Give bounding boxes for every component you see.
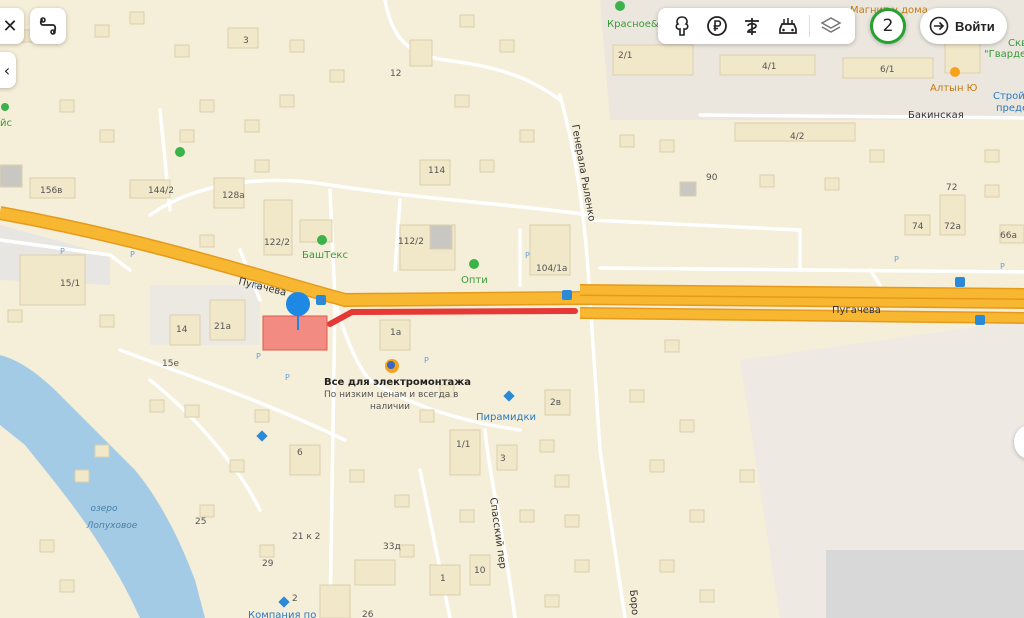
layers-button[interactable] xyxy=(817,12,845,40)
house-number-label: 3 xyxy=(500,454,506,464)
house-number-label: 15е xyxy=(162,359,179,369)
close-button[interactable]: ✕ xyxy=(0,8,24,44)
route-icon xyxy=(39,17,57,35)
svg-text:P: P xyxy=(60,247,65,256)
street-label-boro: Боро xyxy=(627,589,640,615)
login-label: Войти xyxy=(955,18,995,34)
house-number-label: 26 xyxy=(362,610,374,618)
house-number-label: 6/1 xyxy=(880,65,894,75)
layers-toolbar xyxy=(658,8,855,44)
cars-icon xyxy=(778,18,797,34)
svg-text:P: P xyxy=(424,356,429,365)
house-number-label: 21а xyxy=(214,322,231,332)
svg-text:P: P xyxy=(525,251,530,260)
house-number-label: 128а xyxy=(222,191,245,201)
house-number-label: 72 xyxy=(946,183,957,193)
cars-layer-button[interactable] xyxy=(774,12,802,40)
house-number-label: 10 xyxy=(474,566,486,576)
house-number-label: 29 xyxy=(262,559,274,569)
place-piramidki: Пирамидки xyxy=(476,412,536,423)
lake-label-1: озеро xyxy=(90,504,118,514)
close-icon: ✕ xyxy=(2,15,18,37)
selected-building[interactable] xyxy=(262,315,328,351)
place-stroy-2: преде xyxy=(996,103,1024,114)
svg-text:P: P xyxy=(1000,262,1005,271)
parks-icon xyxy=(675,16,689,36)
house-number-label: 2в xyxy=(550,398,561,408)
house-number-label: 72а xyxy=(944,222,961,232)
traffic-level-value: 2 xyxy=(882,16,894,36)
ruble-icon xyxy=(707,16,727,36)
route-button[interactable] xyxy=(30,8,66,44)
collapse-panel-button[interactable]: ‹ xyxy=(0,52,16,88)
place-company: Компания по xyxy=(248,610,316,618)
lake-label-2: Лопуховое xyxy=(86,521,138,531)
svg-text:P: P xyxy=(130,250,135,259)
house-number-label: 2/1 xyxy=(618,51,632,61)
house-number-label: 1/1 xyxy=(456,440,470,450)
house-number-label: 21 к 2 xyxy=(292,532,320,542)
layers-icon xyxy=(820,17,842,33)
svg-text:P: P xyxy=(256,352,261,361)
login-icon xyxy=(929,16,949,36)
house-number-label: 4/2 xyxy=(790,132,804,142)
pharmacy-icon xyxy=(745,18,760,35)
house-number-label: 1а xyxy=(390,328,401,338)
selected-place-desc-2: наличии xyxy=(370,402,410,412)
place-stroy: Строй xyxy=(993,91,1024,102)
house-number-label: 14 xyxy=(176,325,188,335)
pharmacy-layer-button[interactable] xyxy=(738,12,766,40)
house-number-label: 1 xyxy=(440,574,446,584)
house-number-label: 33д xyxy=(383,542,401,552)
selected-place-name: Все для электромонтажа xyxy=(324,377,471,388)
house-number-label: 66а xyxy=(1000,231,1017,241)
house-number-label: 3 xyxy=(243,36,249,46)
house-number-label: 12 xyxy=(390,69,401,79)
place-opti: Опти xyxy=(461,275,488,286)
house-number-label: 74 xyxy=(912,222,924,232)
chevron-left-icon: ‹ xyxy=(3,60,11,80)
place-gvard-1: Скв xyxy=(1008,38,1024,49)
house-number-label: 144/2 xyxy=(148,186,174,196)
place-altyn: Алтын Ю xyxy=(930,83,978,94)
login-button[interactable]: Войти xyxy=(920,8,1007,44)
atm-layer-button[interactable] xyxy=(703,12,731,40)
house-number-label: 114 xyxy=(428,166,445,176)
house-number-label: 25 xyxy=(195,517,206,527)
house-number-label: 112/2 xyxy=(398,237,424,247)
street-label-bakinskaya: Бакинская xyxy=(908,110,964,121)
parks-layer-button[interactable] xyxy=(668,12,696,40)
house-number-label: 2 xyxy=(292,594,298,604)
house-number-label: 122/2 xyxy=(264,238,290,248)
house-number-label: 15/1 xyxy=(60,279,80,289)
toolbar-divider xyxy=(808,15,810,37)
svg-text:P: P xyxy=(894,255,899,264)
house-number-label: 90 xyxy=(706,173,718,183)
map-canvas[interactable]: озеро Лопуховое PPP PPP PPP Пугачева Пуг… xyxy=(0,0,1024,618)
house-number-label: 4/1 xyxy=(762,62,776,72)
house-number-label: 156в xyxy=(40,186,62,196)
place-gvard-2: "Гварде xyxy=(984,49,1024,60)
house-number-label: 104/1а xyxy=(536,264,567,274)
svg-text:P: P xyxy=(285,373,290,382)
street-label-pugacheva-east: Пугачева xyxy=(832,305,881,316)
place-krasnoe: Красное& xyxy=(607,19,659,30)
place-bashteks: БашТекс xyxy=(302,250,348,261)
house-number-label: 6 xyxy=(297,448,303,458)
place-left-cut: йс xyxy=(0,118,12,129)
traffic-level-button[interactable]: 2 xyxy=(870,8,906,44)
selected-place-desc-1: По низким ценам и всегда в xyxy=(324,390,458,400)
